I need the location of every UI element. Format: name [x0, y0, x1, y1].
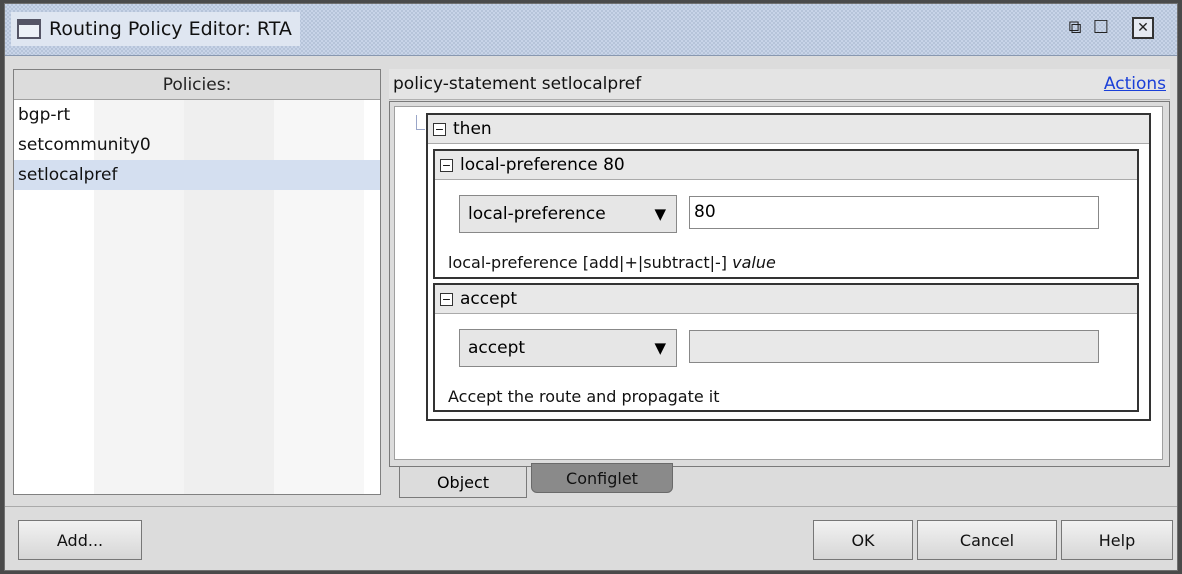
accept-header: − accept: [435, 285, 1137, 314]
tab-object[interactable]: Object: [399, 467, 527, 498]
tab-configlet[interactable]: Configlet: [531, 463, 673, 493]
local-preference-syntax: local-preference [add|+|subtract|-]: [448, 253, 733, 272]
add-button[interactable]: Add...: [18, 520, 142, 560]
local-preference-value-input[interactable]: 80: [689, 196, 1099, 229]
policy-item-bgp-rt[interactable]: bgp-rt: [14, 100, 380, 130]
statement-title: policy-statement setlocalpref: [393, 74, 642, 94]
restore-icon[interactable]: ⧉: [1062, 14, 1088, 40]
help-button[interactable]: Help: [1061, 520, 1173, 560]
local-preference-header: − local-preference 80: [435, 151, 1137, 180]
dropdown-arrow-icon: ▼: [654, 339, 666, 357]
ok-button[interactable]: OK: [813, 520, 913, 560]
then-label: then: [453, 119, 492, 139]
policies-panel: Policies: bgp-rt setcommunity0 setlocalp…: [13, 69, 381, 495]
routing-policy-editor-window: Routing Policy Editor: RTA ⧉ ☐ ✕ Policie…: [4, 3, 1178, 571]
local-preference-label: local-preference 80: [460, 155, 625, 175]
accept-dropdown-value: accept: [468, 338, 526, 358]
cancel-button[interactable]: Cancel: [917, 520, 1057, 560]
window-title: Routing Policy Editor: RTA: [49, 18, 292, 40]
actions-link[interactable]: Actions: [1104, 74, 1166, 94]
collapse-local-preference-icon[interactable]: −: [440, 158, 453, 172]
divider: [5, 506, 1177, 507]
policies-header: Policies:: [14, 70, 380, 100]
close-icon[interactable]: ✕: [1132, 17, 1154, 39]
then-block: − then − local-preference 80 local-prefe…: [426, 113, 1151, 421]
local-preference-syntax-value: value: [732, 253, 776, 272]
collapse-accept-icon[interactable]: −: [440, 292, 453, 306]
policy-item-setlocalpref[interactable]: setlocalpref: [14, 160, 380, 190]
object-view-frame: − then − local-preference 80 local-prefe…: [389, 101, 1170, 467]
accept-dropdown[interactable]: accept ▼: [459, 329, 677, 367]
maximize-icon[interactable]: ☐: [1088, 14, 1114, 40]
title-box: Routing Policy Editor: RTA: [11, 12, 300, 46]
statement-header: policy-statement setlocalpref Actions: [389, 69, 1170, 100]
local-preference-block: − local-preference 80 local-preference ▼…: [433, 149, 1139, 279]
dropdown-arrow-icon: ▼: [654, 205, 666, 223]
accept-description: Accept the route and propagate it: [448, 387, 720, 406]
tree-connector: [416, 115, 425, 130]
local-preference-dropdown-value: local-preference: [468, 204, 606, 224]
policies-list[interactable]: bgp-rt setcommunity0 setlocalpref: [14, 100, 380, 494]
object-view: − then − local-preference 80 local-prefe…: [394, 106, 1163, 460]
collapse-then-icon[interactable]: −: [433, 122, 446, 136]
then-header: − then: [428, 115, 1149, 144]
accept-block: − accept accept ▼ Accept the route and p…: [433, 283, 1139, 412]
accept-value-input[interactable]: [689, 330, 1099, 363]
local-preference-description: local-preference [add|+|subtract|-] valu…: [448, 253, 776, 272]
title-bar[interactable]: Routing Policy Editor: RTA ⧉ ☐ ✕: [5, 4, 1177, 56]
local-preference-dropdown[interactable]: local-preference ▼: [459, 195, 677, 233]
policy-item-setcommunity0[interactable]: setcommunity0: [14, 130, 380, 160]
accept-label: accept: [460, 289, 518, 309]
window-icon: [17, 19, 41, 39]
